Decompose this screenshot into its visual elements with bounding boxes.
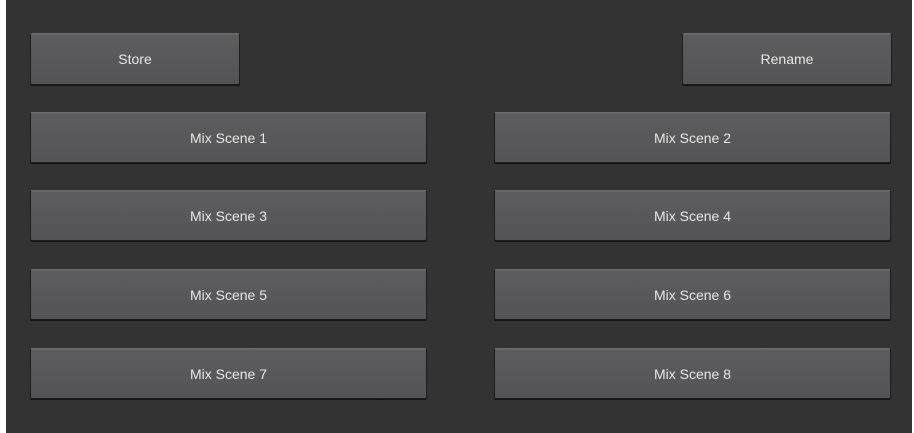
mix-scene-3-button[interactable]: Mix Scene 3	[30, 190, 427, 241]
store-button-label: Store	[118, 51, 152, 67]
store-button[interactable]: Store	[30, 33, 240, 85]
mix-scene-label: Mix Scene 4	[653, 207, 732, 224]
mix-scene-label: Mix Scene 2	[653, 129, 732, 146]
mix-scene-8-button[interactable]: Mix Scene 8	[494, 348, 891, 399]
mix-scene-4-button[interactable]: Mix Scene 4	[494, 190, 891, 241]
mix-scene-label: Mix Scene 8	[653, 365, 732, 382]
mix-scene-label: Mix Scene 1	[189, 129, 268, 146]
mix-scene-2-button[interactable]: Mix Scene 2	[494, 112, 891, 163]
mix-scene-5-button[interactable]: Mix Scene 5	[30, 269, 427, 320]
mix-scene-label: Mix Scene 7	[189, 365, 268, 382]
mix-scene-label: Mix Scene 6	[653, 286, 732, 303]
rename-button[interactable]: Rename	[682, 33, 892, 85]
mix-scene-label: Mix Scene 5	[189, 286, 268, 303]
rename-button-label: Rename	[760, 51, 814, 67]
mix-scene-7-button[interactable]: Mix Scene 7	[30, 348, 427, 399]
scene-panel: Store Rename Mix Scene 1 Mix Scene 2 Mix…	[6, 0, 912, 433]
mix-scene-label: Mix Scene 3	[189, 207, 268, 224]
mix-scene-1-button[interactable]: Mix Scene 1	[30, 112, 427, 163]
mix-scene-6-button[interactable]: Mix Scene 6	[494, 269, 891, 320]
